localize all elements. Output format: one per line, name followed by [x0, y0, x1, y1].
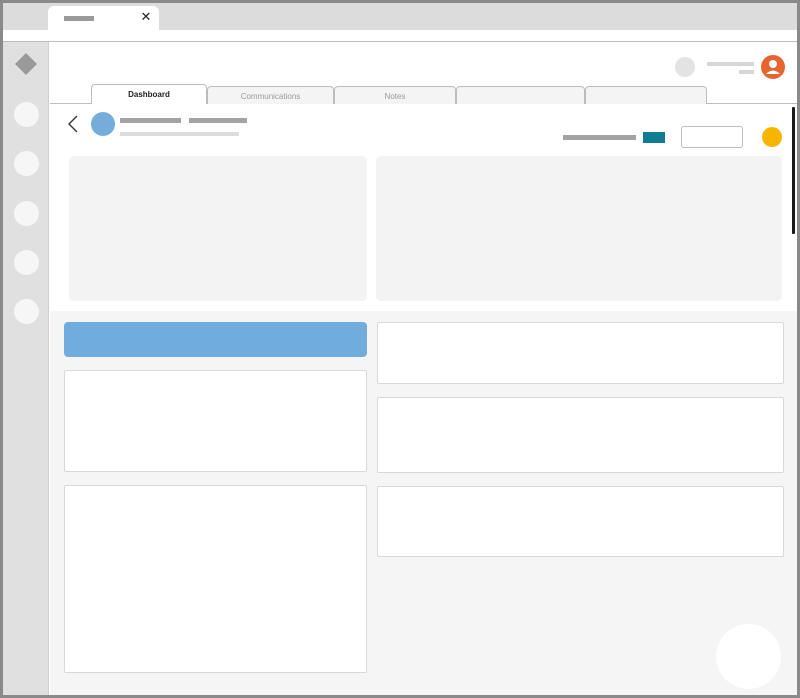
secondary-action-button[interactable] — [681, 126, 743, 148]
record-title-placeholder-2 — [189, 118, 247, 123]
header-user-name-placeholder — [707, 62, 754, 66]
action-label-placeholder — [563, 135, 636, 140]
browser-tab[interactable]: ✕ — [48, 6, 159, 32]
rail-nav-button-2[interactable] — [14, 151, 39, 176]
tab-communications[interactable]: Communications — [207, 86, 334, 104]
rail-nav-button-5[interactable] — [14, 299, 39, 324]
primary-action-button[interactable] — [643, 132, 665, 143]
content-card-left-2 — [64, 485, 367, 673]
content-card-left-1 — [64, 370, 367, 472]
record-avatar — [91, 112, 115, 136]
header-user-role-placeholder — [739, 70, 754, 74]
rail-nav-button-4[interactable] — [14, 250, 39, 275]
user-avatar-icon[interactable] — [761, 55, 785, 79]
header-status-icon[interactable] — [675, 57, 695, 77]
tab-placeholder-5[interactable] — [585, 86, 707, 104]
summary-card-left — [69, 156, 367, 301]
floating-action-button[interactable] — [716, 624, 781, 689]
summary-card-right — [376, 156, 782, 301]
content-card-right-1 — [377, 322, 784, 384]
tab-dashboard[interactable]: Dashboard — [91, 84, 207, 104]
tab-notes[interactable]: Notes — [334, 86, 456, 104]
content-card-right-3 — [377, 486, 784, 557]
close-icon[interactable]: ✕ — [139, 8, 153, 26]
vertical-scrollbar[interactable] — [792, 107, 795, 234]
status-indicator-icon[interactable] — [762, 127, 782, 147]
record-subtitle-placeholder — [120, 132, 239, 136]
browser-tab-title-placeholder — [64, 16, 94, 21]
diamond-logo-icon[interactable] — [14, 52, 38, 76]
rail-nav-button-3[interactable] — [14, 201, 39, 226]
highlight-card[interactable] — [64, 322, 367, 357]
tab-placeholder-4[interactable] — [456, 86, 585, 104]
toolbar-divider — [3, 41, 797, 42]
left-nav-rail — [3, 42, 49, 695]
rail-nav-button-1[interactable] — [14, 102, 39, 127]
content-card-right-2 — [377, 397, 784, 473]
record-title-placeholder — [120, 118, 181, 123]
chevron-left-icon[interactable] — [66, 114, 80, 134]
